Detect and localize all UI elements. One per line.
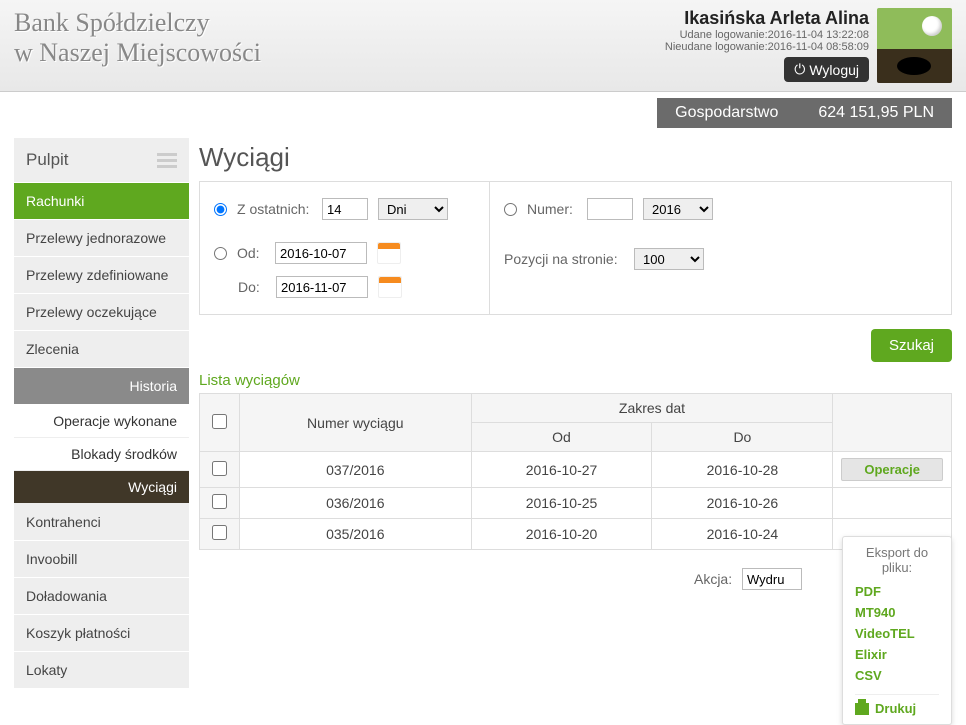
last-login-success: Udane logowanie:2016-11-04 13:22:08 <box>665 29 869 41</box>
sidebar-sub-wyciagi[interactable]: Wyciągi <box>14 471 189 504</box>
operacje-button[interactable]: Operacje <box>841 458 943 481</box>
user-name: Ikasińska Arleta Alina <box>665 8 869 29</box>
drukuj-label: Drukuj <box>875 701 916 716</box>
filter-panel: Z ostatnich: Dni Od: Do: <box>199 181 952 315</box>
sidebar-item-kontrahenci[interactable]: Kontrahenci <box>14 504 189 541</box>
sidebar-pulpit-label: Pulpit <box>26 150 69 170</box>
cell-do: 2016-10-28 <box>652 452 833 488</box>
input-od-date[interactable] <box>275 242 367 264</box>
sidebar-item-doladowania[interactable]: Doładowania <box>14 578 189 615</box>
bank-name-line1: Bank Spółdzielczy <box>14 8 261 38</box>
radio-numer[interactable] <box>504 203 517 216</box>
sidebar: Pulpit Rachunki Przelewy jednorazowe Prz… <box>14 138 189 689</box>
menu-item-csv[interactable]: CSV <box>855 665 939 686</box>
cell-do: 2016-10-24 <box>652 519 833 550</box>
cell-od: 2016-10-20 <box>471 519 652 550</box>
select-pozycji[interactable]: 100 <box>634 248 704 270</box>
cell-od: 2016-10-25 <box>471 488 652 519</box>
input-do-date[interactable] <box>276 276 368 298</box>
sidebar-item-rachunki[interactable]: Rachunki <box>14 183 189 220</box>
sidebar-item-invoobill[interactable]: Invoobill <box>14 541 189 578</box>
page-title: Wyciągi <box>199 142 952 173</box>
label-pozycji: Pozycji na stronie: <box>504 251 624 267</box>
radio-od-do[interactable] <box>214 247 227 260</box>
list-title: Lista wyciągów <box>199 372 952 389</box>
label-numer: Numer: <box>527 201 577 217</box>
table-row: 037/20162016-10-272016-10-28 Operacje <box>200 452 952 488</box>
bank-name-line2: w Naszej Miejscowości <box>14 38 261 68</box>
table-row: 035/20162016-10-202016-10-24 <box>200 519 952 550</box>
menu-item-elixir[interactable]: Elixir <box>855 644 939 665</box>
cell-numer: 037/2016 <box>240 452 472 488</box>
hamburger-icon <box>157 153 177 168</box>
calendar-icon[interactable] <box>377 242 401 264</box>
bank-logo-text: Bank Spółdzielczy w Naszej Miejscowości <box>14 8 261 83</box>
account-summary: Gospodarstwo 624 151,95 PLN <box>657 98 952 128</box>
sidebar-sub-blokady-srodkow[interactable]: Blokady środków <box>14 438 189 471</box>
th-od: Od <box>471 423 652 452</box>
sidebar-sub-operacje-wykonane[interactable]: Operacje wykonane <box>14 405 189 438</box>
th-numer: Numer wyciągu <box>240 394 472 452</box>
checkbox-row[interactable] <box>212 461 227 476</box>
app-header: Bank Spółdzielczy w Naszej Miejscowości … <box>0 0 966 92</box>
statements-table: Numer wyciągu Zakres dat Od Do 037/20162… <box>199 393 952 550</box>
cell-od: 2016-10-27 <box>471 452 652 488</box>
checkbox-row[interactable] <box>212 525 227 540</box>
sidebar-item-lokaty[interactable]: Lokaty <box>14 652 189 689</box>
cell-do: 2016-10-26 <box>652 488 833 519</box>
th-zakres: Zakres dat <box>471 394 833 423</box>
th-actions <box>833 394 952 452</box>
menu-item-drukuj[interactable]: Drukuj <box>855 701 939 716</box>
select-numer-year[interactable]: 2016 <box>643 198 713 220</box>
label-od: Od: <box>237 245 265 261</box>
sidebar-item-przelewy-jednorazowe[interactable]: Przelewy jednorazowe <box>14 220 189 257</box>
sidebar-item-zlecenia[interactable]: Zlecenia <box>14 331 189 368</box>
operations-dropdown: Eksport do pliku: PDF MT940 VideoTEL Eli… <box>842 536 952 725</box>
menu-item-videotel[interactable]: VideoTEL <box>855 623 939 644</box>
label-z-ostatnich: Z ostatnich: <box>237 201 312 217</box>
cell-numer: 036/2016 <box>240 488 472 519</box>
last-login-fail: Nieudane logowanie:2016-11-04 08:58:09 <box>665 41 869 53</box>
table-row: 036/20162016-10-252016-10-26 <box>200 488 952 519</box>
akcja-select[interactable] <box>742 568 802 590</box>
radio-z-ostatnich[interactable] <box>214 203 227 216</box>
menu-header: Eksport do pliku: <box>855 545 939 575</box>
menu-item-mt940[interactable]: MT940 <box>855 602 939 623</box>
label-do: Do: <box>238 279 266 295</box>
select-z-ostatnich-unit[interactable]: Dni <box>378 198 448 220</box>
calendar-icon[interactable] <box>378 276 402 298</box>
sidebar-item-koszyk[interactable]: Koszyk płatności <box>14 615 189 652</box>
sidebar-item-przelewy-zdefiniowane[interactable]: Przelewy zdefiniowane <box>14 257 189 294</box>
search-button[interactable]: Szukaj <box>871 329 952 362</box>
power-icon: ⏻ <box>794 61 805 78</box>
sidebar-item-przelewy-oczekujace[interactable]: Przelewy oczekujące <box>14 294 189 331</box>
checkbox-row[interactable] <box>212 494 227 509</box>
cell-numer: 035/2016 <box>240 519 472 550</box>
account-balance: 624 151,95 PLN <box>818 104 934 122</box>
checkbox-select-all[interactable] <box>212 414 227 429</box>
akcja-label: Akcja: <box>694 571 732 587</box>
input-numer[interactable] <box>587 198 633 220</box>
th-do: Do <box>652 423 833 452</box>
avatar <box>877 8 952 83</box>
sidebar-item-historia[interactable]: Historia <box>14 368 189 405</box>
account-name: Gospodarstwo <box>675 104 778 122</box>
menu-item-pdf[interactable]: PDF <box>855 581 939 602</box>
sidebar-item-pulpit[interactable]: Pulpit <box>14 138 189 183</box>
logout-label: Wyloguj <box>809 62 859 78</box>
print-icon <box>855 703 869 715</box>
logout-button[interactable]: ⏻ Wyloguj <box>784 57 869 82</box>
input-z-ostatnich-value[interactable] <box>322 198 368 220</box>
